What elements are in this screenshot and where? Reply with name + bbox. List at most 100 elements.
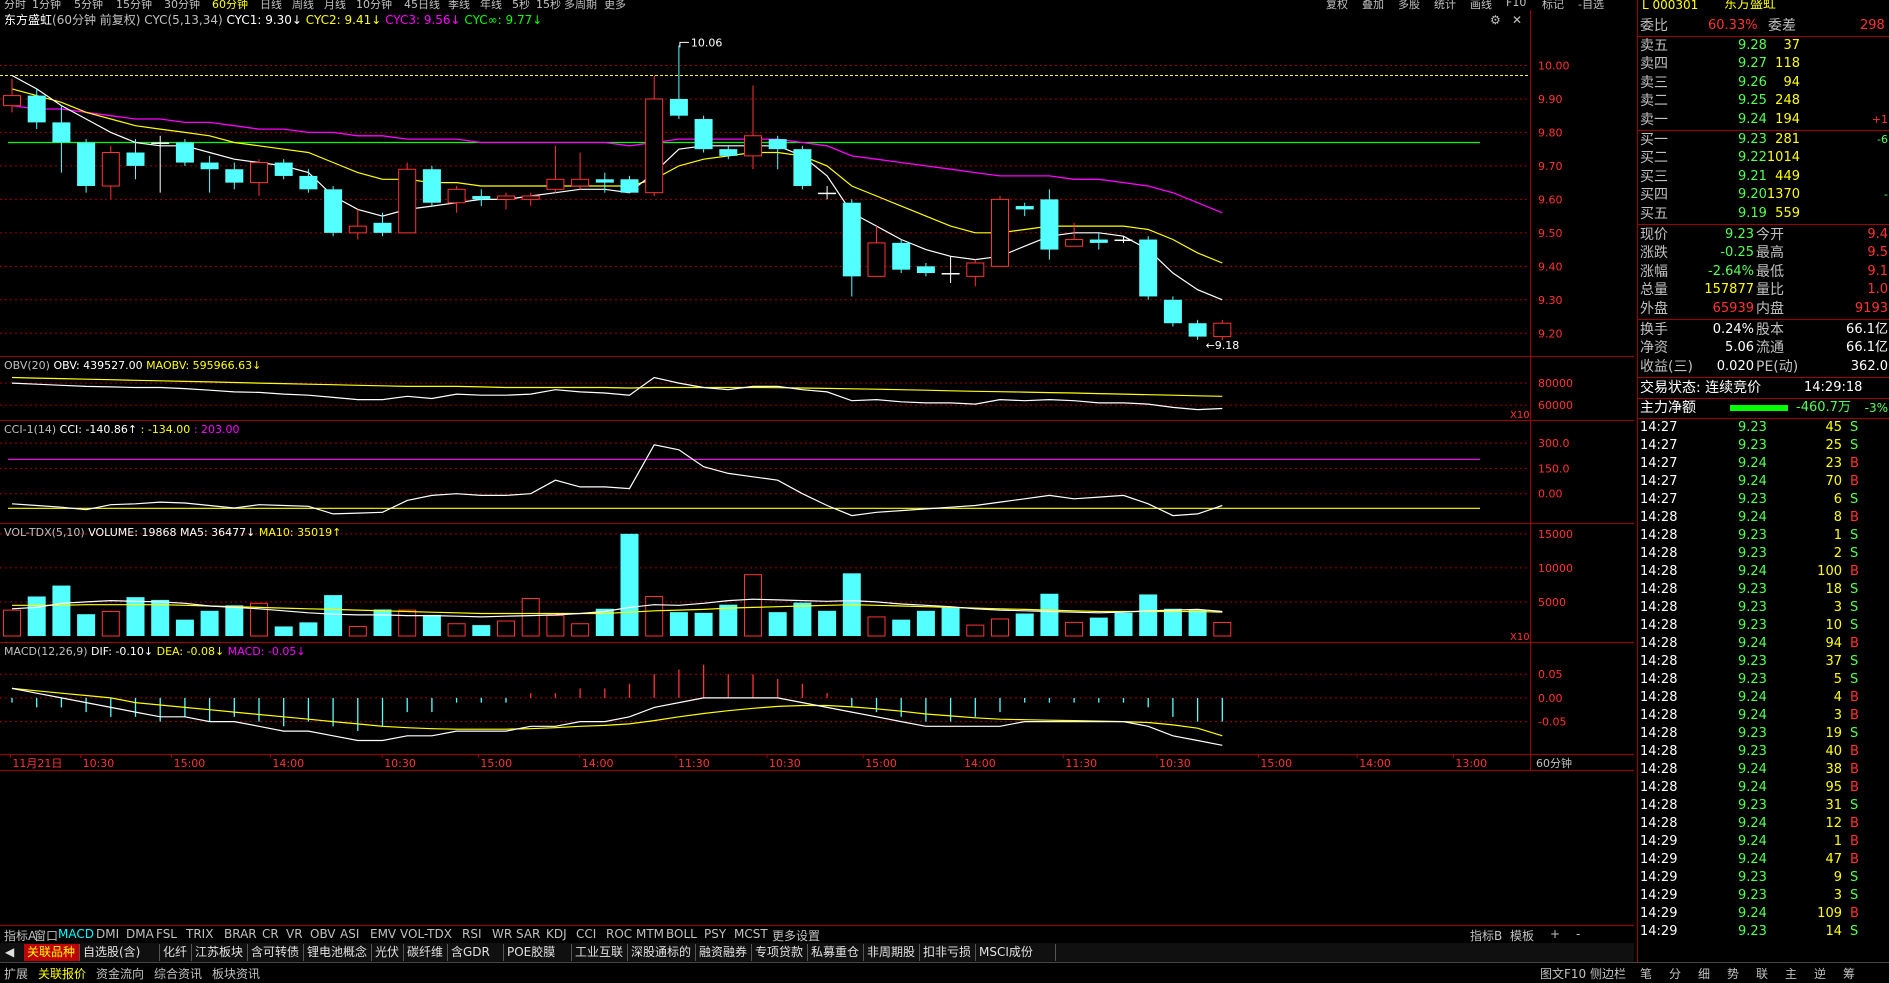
sector-tab[interactable]: 含GDR xyxy=(448,944,504,961)
period-tab[interactable]: 30分钟 xyxy=(164,0,200,10)
sector-tab[interactable]: 关联品种 xyxy=(24,944,80,961)
indicator-tab[interactable]: MTM xyxy=(636,927,664,941)
sector-tab[interactable]: MSCI成份 xyxy=(976,944,1056,961)
period-tab[interactable]: 60分钟 xyxy=(212,0,248,10)
bottom-tab[interactable]: 扩展 xyxy=(4,965,28,982)
sector-tab[interactable]: 工业互联 xyxy=(572,944,628,961)
scroll-left-button[interactable]: ◀ xyxy=(2,944,17,961)
tick-price: 9.23 xyxy=(1738,888,1767,904)
indicator-value: MACD: -0.05↓ xyxy=(228,645,306,658)
side-tab[interactable]: 分 xyxy=(1669,965,1681,982)
indicator-tab[interactable]: VR xyxy=(286,927,303,941)
tool-button[interactable]: 画线 xyxy=(1470,0,1492,10)
indicator-tab[interactable]: 更多 xyxy=(772,927,796,943)
sector-tab[interactable]: 扣非亏损 xyxy=(920,944,976,961)
indicator-tab[interactable]: SAR xyxy=(516,927,540,941)
bottom-tab[interactable]: 资金流向 xyxy=(96,965,144,982)
period-tab[interactable]: 5秒 xyxy=(512,0,530,10)
period-tab[interactable]: 周线 xyxy=(292,0,314,10)
sector-tab[interactable]: 深股通标的 xyxy=(628,944,696,961)
tool-button[interactable]: 统计 xyxy=(1434,0,1456,10)
stat-value: 0.020 xyxy=(1716,358,1754,374)
indicator-tab-right[interactable]: 指标B xyxy=(1470,927,1502,943)
side-tab[interactable]: 细 xyxy=(1698,965,1710,982)
tick-volume: 38 xyxy=(1825,762,1842,778)
bottom-tab[interactable]: 综合资讯 xyxy=(154,965,202,982)
side-tab[interactable]: 联 xyxy=(1756,965,1768,982)
period-tab[interactable]: 年线 xyxy=(480,0,502,10)
indicator-tab[interactable]: 设置 xyxy=(796,927,820,943)
sector-tab[interactable]: 私募重仓 xyxy=(808,944,864,961)
period-tab[interactable]: 15分钟 xyxy=(116,0,152,10)
period-tab[interactable]: 5分钟 xyxy=(74,0,103,10)
indicator-tab[interactable]: ASI xyxy=(340,927,359,941)
period-tab[interactable]: 1分钟 xyxy=(32,0,61,10)
period-tab[interactable]: 45日线 xyxy=(404,0,440,10)
indicator-tab[interactable]: MACD xyxy=(58,927,94,941)
bottom-tab[interactable]: 板块资讯 xyxy=(212,965,260,982)
sector-tab[interactable]: 融资融券 xyxy=(696,944,752,961)
indicator-tab[interactable]: ROC xyxy=(606,927,632,941)
sector-tab[interactable]: POE胶膜 xyxy=(504,944,572,961)
tool-button[interactable]: 多股 xyxy=(1398,0,1420,10)
period-tab[interactable]: 月线 xyxy=(324,0,346,10)
candle-body xyxy=(991,198,1009,267)
period-tab[interactable]: 季线 xyxy=(448,0,470,10)
tool-button[interactable]: F10 xyxy=(1506,0,1526,9)
tick-row: 14:28 9.24 8 B xyxy=(1638,509,1889,526)
sector-tab[interactable]: 锂电池概念 xyxy=(304,944,372,961)
side-tab[interactable]: 筹 xyxy=(1843,965,1855,982)
sector-tab[interactable]: 化纤 xyxy=(160,944,192,961)
tool-button[interactable]: 叠加 xyxy=(1362,0,1384,10)
indicator-tab[interactable]: PSY xyxy=(704,927,726,941)
side-tab[interactable]: 势 xyxy=(1727,965,1739,982)
stat-label-2: 最高 xyxy=(1756,245,1784,262)
sector-tab[interactable]: 碳纤维 xyxy=(404,944,448,961)
indicator-tab[interactable]: CCI xyxy=(576,927,596,941)
indicator-tab[interactable]: DMI xyxy=(96,927,119,941)
period-tab[interactable]: 更多 xyxy=(604,0,626,10)
tool-button[interactable]: -自选 xyxy=(1578,0,1604,10)
side-tab[interactable]: 笔 xyxy=(1640,965,1652,982)
indicator-tab[interactable]: CR xyxy=(262,927,279,941)
side-tab[interactable]: 图文F10 xyxy=(1540,965,1586,982)
indicator-tab[interactable]: KDJ xyxy=(546,927,567,941)
period-tab[interactable]: 分时 xyxy=(4,0,26,10)
sector-tab[interactable]: 江苏板块 xyxy=(192,944,248,961)
sector-tab[interactable]: 非周期股 xyxy=(864,944,920,961)
period-tab[interactable]: 10分钟 xyxy=(356,0,392,10)
order-label: 卖三 xyxy=(1640,74,1668,91)
indicator-tab[interactable]: FSL xyxy=(156,927,177,941)
tool-button[interactable]: 复权 xyxy=(1326,0,1348,10)
candle-body xyxy=(916,266,935,274)
indicator-tab[interactable]: VOL-TDX xyxy=(400,927,452,941)
price-tick-label: 9.30 xyxy=(1538,294,1563,307)
indicator-tab[interactable]: 指标A xyxy=(4,927,36,943)
period-tab[interactable]: 多周期 xyxy=(564,0,597,10)
indicator-tab[interactable]: EMV xyxy=(370,927,396,941)
indicator-tab[interactable]: OBV xyxy=(310,927,336,941)
indicator-tab-right[interactable]: - xyxy=(1576,927,1580,941)
side-tab[interactable]: 逆 xyxy=(1814,965,1826,982)
side-tab[interactable]: 主 xyxy=(1785,965,1797,982)
indicator-tab[interactable]: 窗口 xyxy=(34,927,58,943)
indicator-tab[interactable]: MCST xyxy=(734,927,768,941)
sector-tab[interactable]: 含可转债 xyxy=(248,944,304,961)
sector-tab[interactable]: 专项贷款 xyxy=(752,944,808,961)
period-tab[interactable]: 15秒 xyxy=(536,0,561,10)
tool-button[interactable]: 标记 xyxy=(1542,0,1564,10)
indicator-tab-right[interactable]: + xyxy=(1550,927,1560,941)
sector-tab[interactable]: 自选股(含) xyxy=(80,944,160,961)
indicator-tab[interactable]: TRIX xyxy=(186,927,213,941)
indicator-tab-right[interactable]: 模板 xyxy=(1510,927,1534,943)
side-tab[interactable]: 侧边栏 xyxy=(1590,965,1626,982)
bottom-tab[interactable]: 关联报价 xyxy=(38,965,86,982)
indicator-tab[interactable]: BOLL xyxy=(666,927,697,941)
indicator-tab[interactable]: DMA xyxy=(126,927,154,941)
indicator-tab[interactable]: BRAR xyxy=(224,927,257,941)
indicator-tab[interactable]: WR xyxy=(492,927,512,941)
chart-area[interactable]: 10.00 9.90 9.80 9.70 9.60 9.50 9.40 9.30 9.20 10.… xyxy=(0,10,1634,925)
period-tab[interactable]: 日线 xyxy=(260,0,282,10)
sector-tab[interactable]: 光伏 xyxy=(372,944,404,961)
indicator-tab[interactable]: RSI xyxy=(462,927,482,941)
